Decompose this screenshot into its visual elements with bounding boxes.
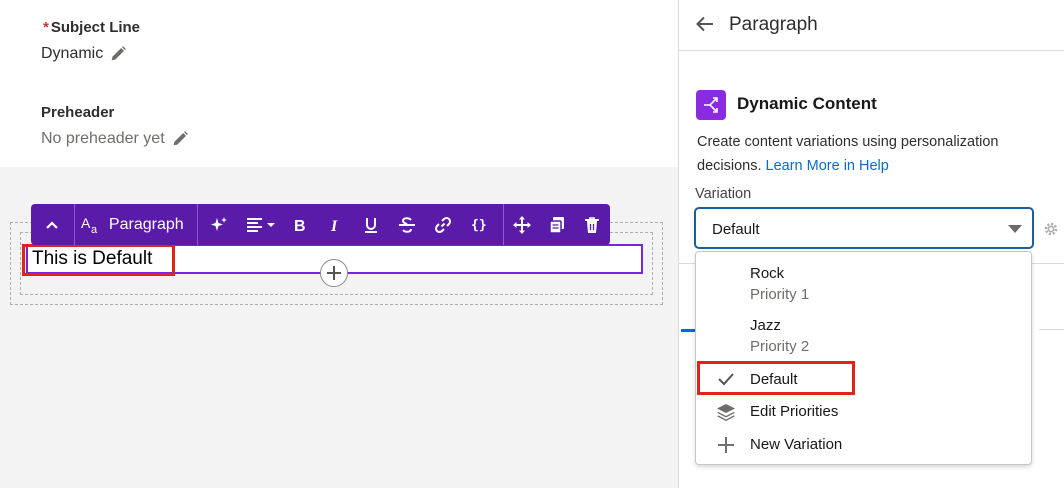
copy-icon [549,216,565,234]
tab-border [1039,329,1064,330]
edit-priorities-option[interactable]: Edit Priorities [696,397,1031,427]
variation-dropdown-list: Rock Priority 1 Jazz Priority 2 Default … [695,251,1032,465]
block-toolbar: Aa Paragraph B I {} [31,204,610,245]
edit-pencil-icon[interactable] [109,45,127,63]
learn-more-link[interactable]: Learn More in Help [766,158,889,174]
add-block-button[interactable] [320,259,348,287]
plus-icon [718,437,734,453]
subject-line-text: Dynamic [41,45,104,62]
underline-icon [365,217,378,233]
delete-block-button[interactable] [574,204,610,245]
panel-title: Paragraph [729,14,818,35]
strikethrough-icon [399,216,416,233]
option-priority: Priority 1 [750,286,810,303]
highlight-box [697,361,855,395]
dynamic-content-description: Create content variations using personal… [697,130,1047,178]
align-icon [246,217,275,232]
dropdown-option-rock[interactable]: Rock Priority 1 [696,260,1031,308]
text-size-icon: Aa [81,215,98,235]
delete-icon [585,216,600,233]
gear-icon[interactable] [1043,221,1059,237]
paragraph-style-label: Paragraph [108,215,184,233]
option-label: New Variation [750,436,843,453]
required-mark: * [43,19,49,36]
svg-text:B: B [294,218,306,233]
link-icon [435,216,452,233]
option-priority: Priority 2 [750,338,810,355]
merge-field-button[interactable]: {} [461,204,497,245]
back-arrow-icon[interactable] [695,14,715,34]
chevron-up-icon [46,220,59,229]
preheader-text: No preheader yet [41,130,165,147]
move-block-button[interactable] [504,204,540,245]
bold-icon: B [294,218,306,233]
dynamic-content-icon [696,90,726,120]
caret-down-icon [1008,225,1022,233]
svg-text:I: I [330,218,338,233]
svg-text:A: A [81,215,91,231]
dynamic-content-title: Dynamic Content [737,94,877,113]
svg-text:a: a [91,224,98,235]
subject-line-label: * Subject Line [43,19,140,36]
variation-label: Variation [695,186,752,202]
variation-selected-value: Default [712,221,760,238]
strikethrough-button[interactable] [389,204,425,245]
new-variation-option[interactable]: New Variation [696,430,1031,460]
email-editor-pane: * Subject Line Dynamic Preheader No prehe… [0,0,678,488]
italic-button[interactable]: I [318,204,354,245]
subject-line-value[interactable]: Dynamic [41,45,127,63]
italic-icon: I [330,218,338,233]
layers-icon [717,404,735,421]
option-label: Jazz [750,317,781,334]
sparkle-icon [210,216,227,231]
merge-field-icon: {} [471,218,487,233]
edit-pencil-icon[interactable] [171,130,189,148]
collapse-toolbar-button[interactable] [31,204,74,245]
ai-assist-button[interactable] [198,204,240,245]
underline-button[interactable] [353,204,389,245]
align-dropdown-button[interactable] [240,204,282,245]
dropdown-option-jazz[interactable]: Jazz Priority 2 [696,312,1031,360]
svg-text:{}: {} [471,218,487,233]
highlight-box [22,244,175,276]
subject-line-label-text: Subject Line [50,19,141,36]
plus-icon [327,266,341,280]
duplicate-block-button[interactable] [540,204,574,245]
bold-button[interactable]: B [282,204,318,245]
preheader-value[interactable]: No preheader yet [41,130,189,148]
link-button[interactable] [425,204,461,245]
option-label: Edit Priorities [750,403,839,420]
paragraph-style-button[interactable]: Aa Paragraph [75,204,197,245]
preheader-label: Preheader [41,104,115,121]
panel-header: Paragraph [679,0,1064,51]
branch-arrows-icon [704,97,718,113]
move-icon [513,215,532,234]
option-label: Rock [750,265,785,282]
variation-select[interactable]: Default [694,207,1034,249]
